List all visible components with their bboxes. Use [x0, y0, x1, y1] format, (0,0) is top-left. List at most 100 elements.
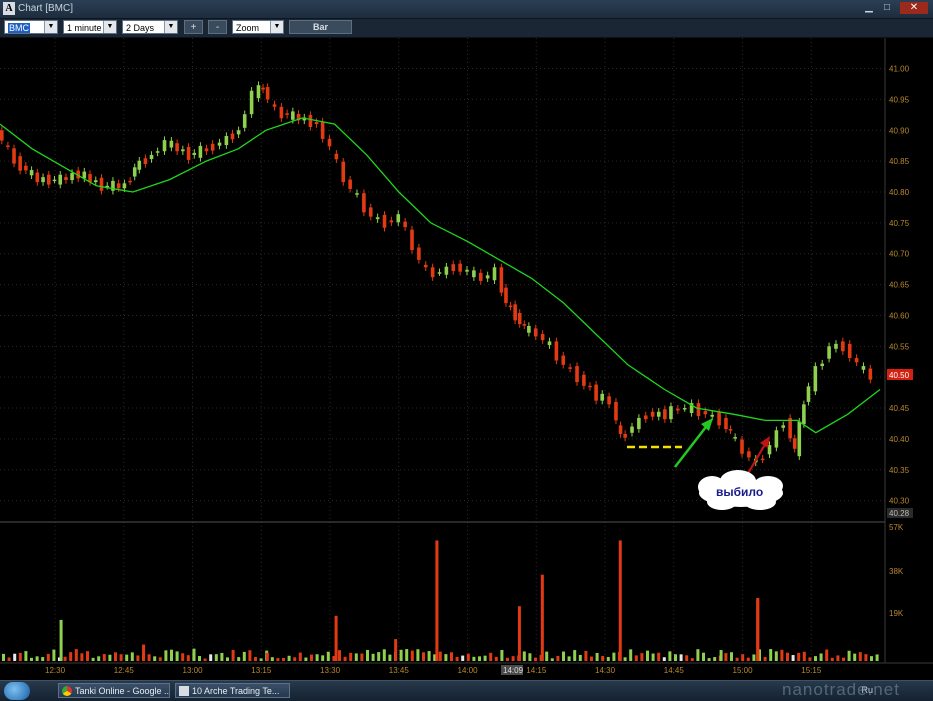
candle-body [527, 325, 531, 333]
candle-body [169, 140, 174, 148]
volume-bar [814, 656, 817, 661]
candle-body [774, 430, 779, 448]
volume-bar [237, 657, 241, 661]
volume-bar [836, 655, 840, 661]
candle-body [561, 355, 566, 365]
candle-body [41, 177, 45, 183]
volume-bar [326, 651, 330, 661]
candle-body [575, 366, 579, 383]
price-tick-label: 40.55 [889, 342, 910, 351]
volume-bar [556, 655, 560, 661]
candle-body [143, 158, 148, 165]
volume-bar [730, 652, 733, 661]
volume-bar [30, 657, 33, 661]
candle-body [444, 266, 449, 275]
green-arrow-line [674, 422, 710, 468]
candle-body [696, 403, 701, 417]
zoom-in-button[interactable]: + [184, 20, 203, 34]
start-button[interactable] [4, 682, 30, 700]
volume-bar [780, 649, 784, 661]
volume-bar [668, 651, 672, 661]
volume-bar [735, 657, 739, 661]
volume-bars [2, 540, 879, 661]
chart-area[interactable]: 41.00 40.95 40.90 40.85 40.80 40.75 40.70 40.65… [0, 38, 933, 679]
candle-body [630, 426, 634, 433]
candle-body [210, 143, 215, 151]
volume-bar [354, 653, 358, 661]
chevron-down-icon[interactable]: ▼ [44, 21, 57, 33]
zoom-mode-value: Zoom [236, 23, 260, 33]
candle-body [547, 341, 552, 346]
current-price-label: 40.50 [889, 371, 910, 380]
volume-bar [377, 652, 381, 661]
candle-body [806, 386, 811, 402]
interval-dropdown[interactable]: 1 minute ▼ [63, 20, 117, 34]
candle-body [854, 358, 859, 363]
candle-body [224, 136, 229, 146]
candle-body [760, 458, 765, 461]
taskbar-item-trading[interactable]: 10 Arche Trading Te... [175, 683, 290, 698]
symbol-dropdown[interactable]: BMC ▼ [4, 20, 58, 34]
volume-bar [24, 651, 28, 661]
range-dropdown[interactable]: 2 Days ▼ [122, 20, 178, 34]
candle-body [676, 408, 680, 411]
chevron-down-icon[interactable]: ▼ [164, 21, 177, 33]
volume-bar [517, 606, 521, 661]
candle-body [320, 121, 325, 139]
taskbar-item-browser[interactable]: Tanki Online - Google ... [58, 683, 170, 698]
price-tick-label: 40.70 [889, 250, 910, 259]
chevron-down-icon[interactable]: ▼ [270, 21, 283, 33]
chart-grid [0, 38, 885, 663]
candle-body [781, 425, 786, 428]
candle-body [614, 401, 618, 421]
chart-type-button[interactable]: Bar [289, 20, 352, 34]
volume-bar [119, 654, 123, 661]
candle-body [508, 305, 513, 308]
candle-body [847, 343, 852, 359]
price-volume-chart[interactable]: 41.00 40.95 40.90 40.85 40.80 40.75 40.70 40.65… [0, 38, 933, 679]
candle-body [417, 247, 421, 260]
candle-body [827, 346, 831, 359]
volume-bar [231, 649, 235, 661]
candle-body [64, 177, 68, 181]
time-cursor-label: 14:09 [503, 666, 524, 675]
volume-bar [125, 654, 129, 661]
volume-bar [534, 657, 537, 661]
time-tick-label: 13:00 [183, 666, 204, 675]
candle-body [834, 343, 838, 349]
candle-body [217, 142, 222, 146]
volume-bar [405, 649, 409, 661]
volume-bar [130, 652, 134, 661]
volume-tick-label: 57K [889, 523, 904, 532]
candle-body [492, 267, 497, 281]
volume-bar [483, 655, 487, 661]
volume-bar [371, 653, 375, 661]
volume-bar [74, 649, 78, 661]
close-icon[interactable]: ✕ [900, 2, 928, 14]
zoom-mode-dropdown[interactable]: Zoom ▼ [232, 20, 284, 34]
volume-bar [746, 657, 750, 661]
chart-toolbar: BMC ▼ 1 minute ▼ 2 Days ▼ + - Zoom ▼ Bar [0, 19, 933, 38]
volume-bar [500, 650, 504, 661]
volume-bar [265, 652, 269, 661]
candle-body [724, 417, 728, 430]
zoom-out-button[interactable]: - [208, 20, 227, 34]
volume-bar [674, 654, 677, 661]
candle-body [582, 374, 586, 386]
chevron-down-icon[interactable]: ▼ [103, 21, 116, 33]
volume-bar [181, 653, 185, 661]
volume-bar [578, 654, 582, 661]
candle-body [18, 156, 22, 171]
taskbar-item-label: 10 Arche Trading Te... [192, 686, 280, 696]
volume-bar [310, 654, 313, 661]
price-tick-label: 40.35 [889, 466, 910, 475]
volume-bar [511, 656, 515, 661]
taskbar-item-label: Tanki Online - Google ... [75, 686, 170, 696]
candle-body [410, 229, 414, 251]
maximize-icon[interactable]: □ [880, 2, 894, 14]
volume-bar [634, 655, 638, 661]
minimize-icon[interactable]: ▁ [862, 2, 876, 14]
volume-bar [388, 654, 392, 661]
volume-bar [142, 644, 146, 661]
candle-body [669, 406, 673, 420]
